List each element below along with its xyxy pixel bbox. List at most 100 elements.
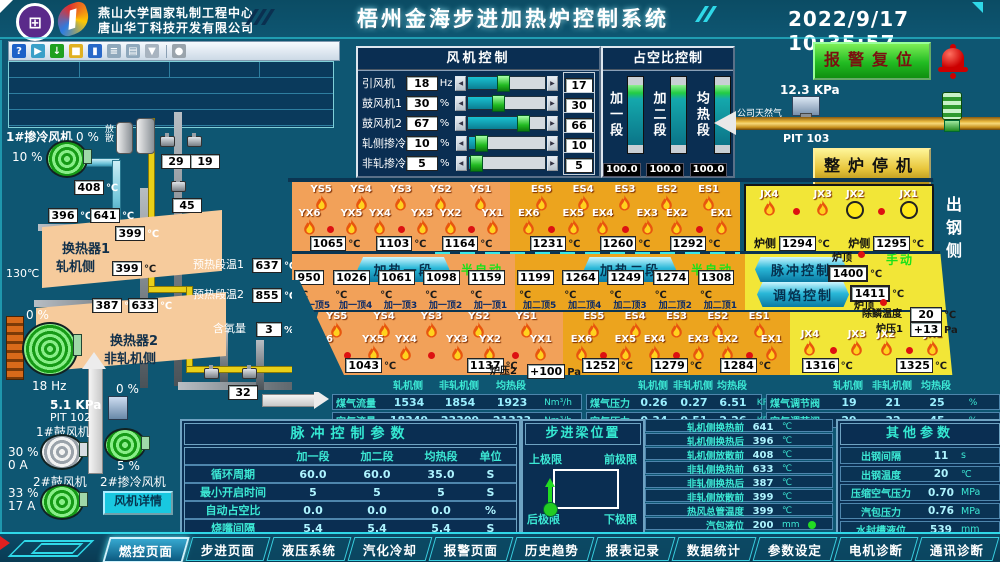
hx2-name: 换热器2 <box>110 330 158 349</box>
descale-temp-label: 除鳞温度 <box>862 305 902 320</box>
table-row: 煤气流量153418541923Nm³/h <box>332 394 582 410</box>
draft-fan-icon <box>22 322 78 376</box>
slider-decrease-button[interactable]: ◀ <box>455 76 466 91</box>
table-header: 轧机侧非轧机侧均热段 <box>766 377 1000 392</box>
burner-off-icon <box>846 201 864 219</box>
burner-label: EX1 <box>711 209 733 219</box>
other-params-table: 出钢间隔11s出钢温度20℃压缩空气压力0.70MPa汽包压力0.76MPa水封… <box>840 447 1000 538</box>
duty-slider[interactable] <box>670 76 687 154</box>
nav-tab-8[interactable]: 参数设定 <box>753 537 838 561</box>
furnace-zone-heat1-top: YS5YS4YS3YS2YS1YX6YX5YX4YX3YX2YX11065℃11… <box>292 182 510 253</box>
pipe-temp: 633℃ <box>128 294 172 313</box>
burner-label: ES2 <box>656 185 677 195</box>
alarm-reset-button[interactable]: 报警复位 <box>813 42 931 80</box>
export-icon[interactable]: ▼ <box>145 44 159 58</box>
help-icon[interactable]: ? <box>12 44 26 58</box>
university-logo-icon: ⊞ <box>16 3 54 41</box>
window-icon[interactable]: ▤ <box>126 44 140 58</box>
burner-label: YX5 <box>362 335 384 345</box>
burner-label: YX1 <box>482 209 504 219</box>
slider-increase-button[interactable]: ▶ <box>547 76 558 91</box>
burner-label: EX3 <box>637 209 659 219</box>
burner-label: YX3 <box>411 209 433 219</box>
burner-label: EX4 <box>644 335 666 345</box>
nav-tab-2[interactable]: 液压系统 <box>267 537 352 561</box>
draft-fan-freq: 18 Hz <box>32 379 66 393</box>
gas-pipe-tag: PIT 103 <box>783 132 829 145</box>
fan-unit: % <box>440 118 455 129</box>
nav-tab-5[interactable]: 历史趋势 <box>510 537 595 561</box>
org-name-line2: 唐山华丁科技开发有限公司 <box>98 19 254 36</box>
nav-tab-1[interactable]: 步进页面 <box>186 537 271 561</box>
pipe-temp: 408℃ <box>74 176 118 195</box>
roof-temp-group: 1199℃加二顶5 <box>517 268 562 311</box>
slider-decrease-button[interactable]: ◀ <box>455 96 466 111</box>
nav-tab-4[interactable]: 报警页面 <box>429 537 514 561</box>
slider-increase-button[interactable]: ▶ <box>547 156 558 171</box>
burner: YS3 <box>390 185 411 211</box>
slider-decrease-button[interactable]: ◀ <box>456 136 467 151</box>
burner-label: EX5 <box>615 335 637 345</box>
pulse-params-title: 脉冲控制参数 <box>184 423 517 445</box>
slider-increase-button[interactable]: ▶ <box>547 96 558 111</box>
fan-label: 鼓风机2 <box>362 115 406 131</box>
soak-mode-label: 手动 <box>886 251 914 268</box>
nav-tab-6[interactable]: 报表记录 <box>591 537 676 561</box>
furnace-pressure2-label: 炉压2 <box>490 362 517 377</box>
download-icon[interactable]: ↓ <box>50 44 64 58</box>
slider-decrease-button[interactable]: ◀ <box>455 116 466 131</box>
burner-label: ES1 <box>749 312 770 322</box>
side-temp: 炉侧1295℃ <box>848 232 924 251</box>
burner-flame-icon <box>762 200 777 216</box>
fan-slider[interactable] <box>468 136 546 150</box>
folder-lock-icon[interactable]: ■ <box>69 44 83 58</box>
fan-slider[interactable] <box>468 156 546 170</box>
furnace-zone-soak-top: JX4JX3JX2JX1炉侧1294℃炉侧1295℃ <box>744 184 934 256</box>
vent-label: 放散 <box>102 124 115 142</box>
burner: JX1 <box>900 190 918 219</box>
flame-control-button[interactable]: 调焰控制 <box>757 282 849 307</box>
fan-control-row: 引风机 18 Hz ◀ ▶ 17 <box>358 73 599 93</box>
send-icon[interactable]: ▶ <box>31 44 45 58</box>
toolbar-separator <box>166 45 167 58</box>
lock-icon[interactable]: ● <box>172 44 186 58</box>
slider-increase-button[interactable]: ▶ <box>547 116 558 131</box>
nav-tab-7[interactable]: 数据统计 <box>672 537 757 561</box>
burner-label: YS4 <box>350 185 371 195</box>
burner-label: ES3 <box>614 185 635 195</box>
roof-temp-group: 1274℃加二顶2 <box>653 268 698 311</box>
hx1-side: 轧机侧 <box>56 256 95 275</box>
nav-tab-0[interactable]: 燃控页面 <box>102 537 189 562</box>
other-param-row: 出钢间隔11s <box>840 447 1000 464</box>
valve-icon <box>204 368 219 379</box>
duty-slider[interactable] <box>627 76 644 154</box>
nav-tab-3[interactable]: 汽化冷却 <box>348 537 433 561</box>
burner: JX3 <box>848 330 866 356</box>
fan-slider[interactable] <box>467 116 546 130</box>
burner-label: YS2 <box>468 312 489 322</box>
valve-icon <box>242 368 257 379</box>
pilot-dot <box>906 347 913 354</box>
gas-valve-actuator-icon <box>942 92 962 120</box>
fan-slider[interactable] <box>467 96 546 110</box>
report-icon[interactable]: ≡ <box>107 44 121 58</box>
fan-slider[interactable] <box>467 76 546 90</box>
air-flow-up-arrow <box>82 352 106 369</box>
fan-detail-button[interactable]: 风机详情 <box>103 491 173 515</box>
nav-tab-10[interactable]: 通讯诊断 <box>915 537 1000 561</box>
chart-icon[interactable]: ▮ <box>88 44 102 58</box>
valve-icon <box>171 181 186 192</box>
blower2-amps: 17 A <box>8 499 35 513</box>
furnace-pressure1-label: 炉压1 <box>876 320 903 335</box>
slider-decrease-button[interactable]: ◀ <box>456 156 467 171</box>
valve-icon <box>187 136 202 147</box>
temp-list-row: 汽包液位200mm <box>645 517 833 530</box>
burner: JX3 <box>814 190 832 216</box>
alarm-list[interactable] <box>8 61 334 128</box>
preheat2-value: 855℃ <box>252 284 296 303</box>
burner-label: YS4 <box>373 312 394 322</box>
nav-tab-9[interactable]: 电机诊断 <box>834 537 919 561</box>
slider-increase-button[interactable]: ▶ <box>547 136 558 151</box>
burner-label: EX6 <box>518 209 540 219</box>
burner-label: YX5 <box>341 209 363 219</box>
